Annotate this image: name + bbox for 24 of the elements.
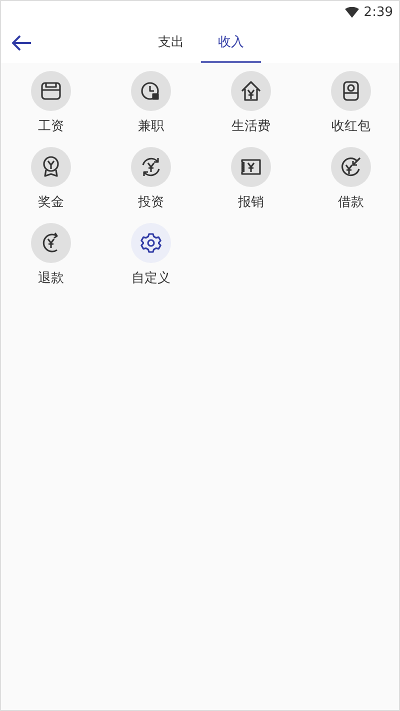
wallet-icon[interactable] (31, 71, 71, 111)
coin-return-icon[interactable] (31, 223, 71, 263)
wifi-icon (344, 6, 359, 18)
tab[interactable]: 支出 (141, 23, 201, 63)
tab[interactable]: 收入 (201, 23, 261, 63)
pouch-icon[interactable] (331, 71, 371, 111)
category-label: 自定义 (132, 271, 170, 287)
coin-cycle-icon[interactable] (131, 147, 171, 187)
medal-icon[interactable] (31, 147, 71, 187)
category-label: 报销 (238, 195, 264, 211)
category-label: 投资 (138, 195, 164, 211)
category-label: 退款 (38, 271, 64, 287)
category-label: 生活费 (232, 119, 270, 135)
category-label: 收红包 (332, 119, 370, 135)
category-label: 借款 (338, 195, 364, 211)
category-label: 兼职 (138, 119, 164, 135)
status-time: 2:39 (364, 4, 393, 20)
receipt-icon[interactable] (231, 147, 271, 187)
settings-icon[interactable] (131, 223, 171, 263)
category-label: 奖金 (38, 195, 64, 211)
category-label: 工资 (38, 119, 64, 135)
house-icon[interactable] (231, 71, 271, 111)
clock-icon[interactable] (131, 71, 171, 111)
back-icon[interactable] (12, 35, 32, 51)
